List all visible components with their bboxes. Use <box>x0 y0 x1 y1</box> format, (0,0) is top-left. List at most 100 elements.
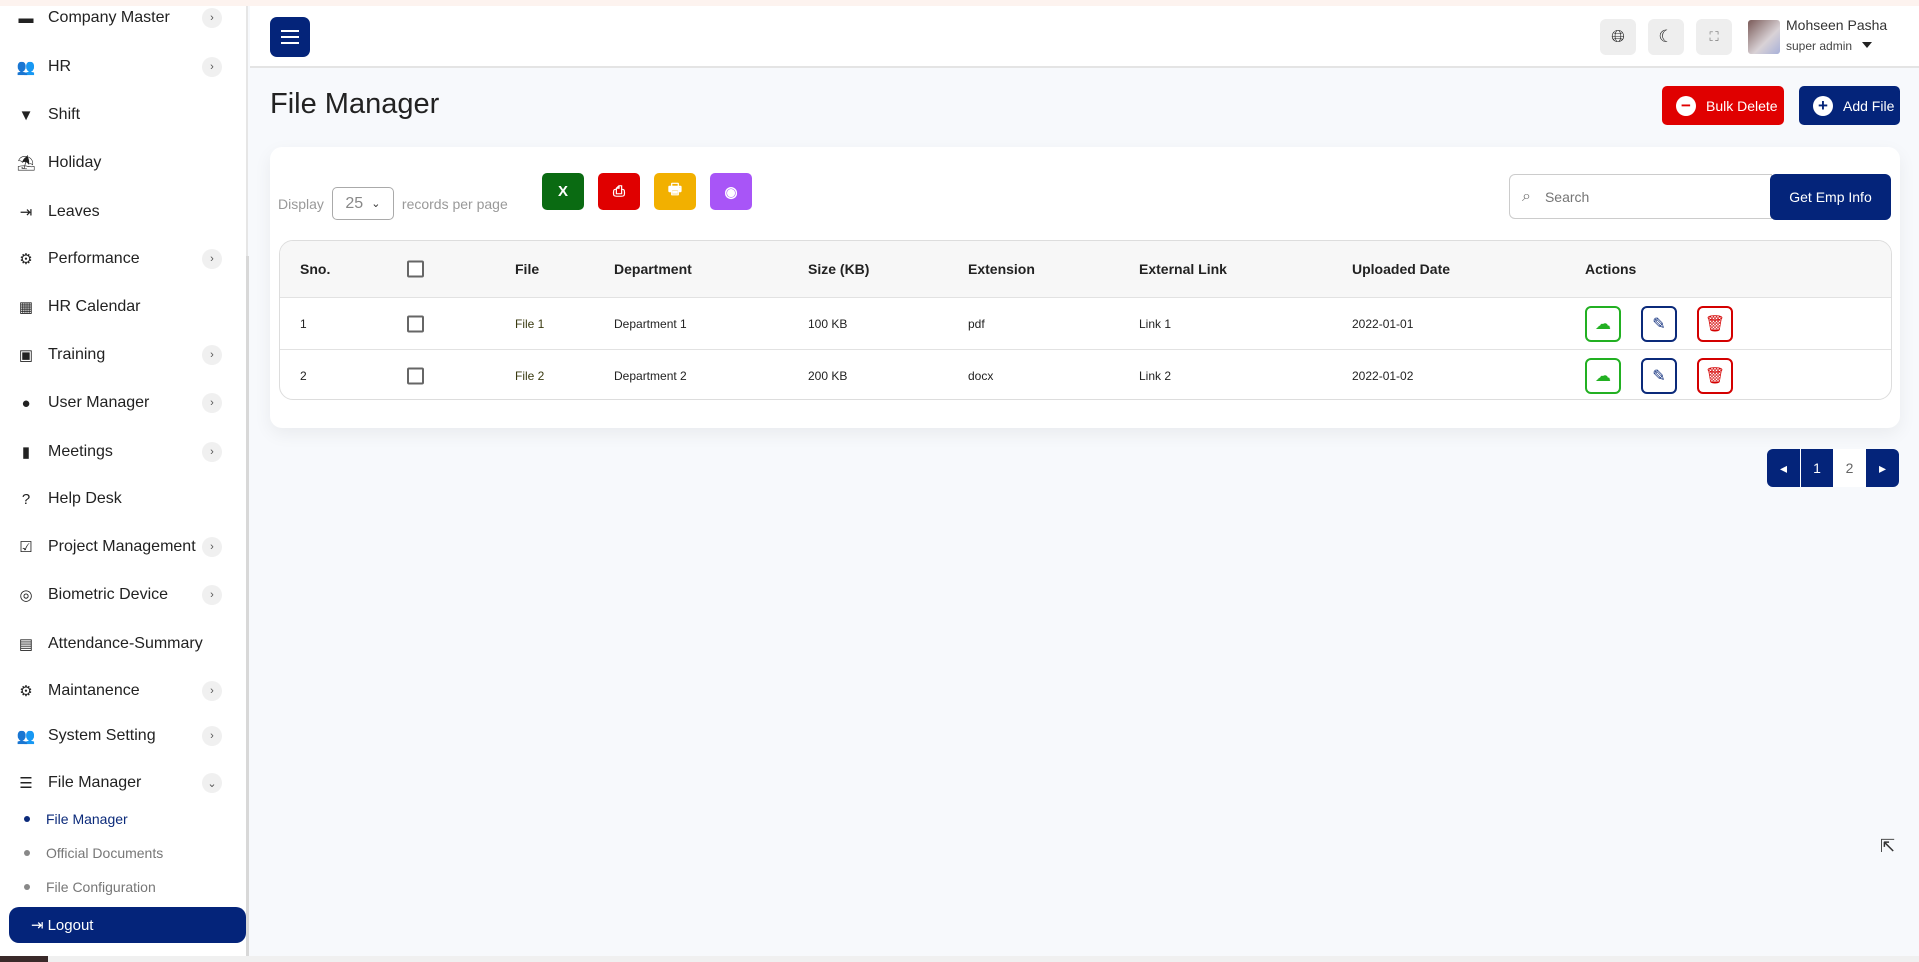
previous-page-button[interactable]: ◂ <box>1767 449 1800 487</box>
export-pdf-icon[interactable]: ⎙ <box>598 173 640 210</box>
cell-external-link[interactable]: Link 2 <box>1139 369 1171 383</box>
cell-file[interactable]: File 2 <box>515 369 544 383</box>
row-checkbox[interactable] <box>407 315 424 332</box>
chevron-right-icon[interactable]: › <box>202 393 222 413</box>
server-icon: ▬ <box>18 9 34 27</box>
edit-pen-icon[interactable]: ✎ <box>1641 358 1677 394</box>
sidebar-item-file-manager[interactable]: ☰ File Manager ⌄ <box>0 763 246 803</box>
column-header-file[interactable]: File <box>515 261 539 277</box>
chevron-right-icon[interactable]: › <box>202 537 222 557</box>
column-header-external-link[interactable]: External Link <box>1139 261 1227 277</box>
sidebar-item-label: Project Management <box>48 538 196 555</box>
page-1-button[interactable]: 1 <box>1800 449 1833 487</box>
sidebar-subitem-label: File Configuration <box>46 879 156 895</box>
delete-trash-icon[interactable]: 🗑︎ <box>1697 305 1733 342</box>
sidebar-item-performance[interactable]: ⚙ Performance › <box>0 239 246 279</box>
sidebar-item-label: Maintanence <box>48 682 140 699</box>
per-page-select[interactable]: 25 ⌄ <box>331 187 394 220</box>
display-label: Display <box>278 195 324 212</box>
get-emp-info-button[interactable]: Get Emp Info <box>1770 174 1891 220</box>
download-cloud-icon[interactable]: ☁ <box>1585 358 1621 394</box>
table-row: 1 File 1 Department 1 100 KB pdf Link 1 … <box>280 298 1891 350</box>
delete-trash-icon[interactable]: 🗑︎ <box>1697 358 1733 394</box>
sidebar-subitem-file-configuration[interactable]: File Configuration <box>0 872 156 902</box>
chevron-right-icon[interactable]: › <box>202 442 222 462</box>
user-icon: ● <box>21 394 31 412</box>
user-name[interactable]: Mohseen Pasha <box>1786 17 1887 33</box>
column-header-department[interactable]: Department <box>614 261 692 277</box>
user-role[interactable]: super admin <box>1786 39 1852 53</box>
sidebar-item-label: Meetings <box>48 443 113 460</box>
logout-button[interactable]: ⇥ Logout <box>9 907 246 943</box>
sidebar-item-label: Performance <box>48 250 140 267</box>
search-box[interactable]: ⌕ <box>1509 174 1772 219</box>
sidebar-item-leaves[interactable]: ⇥ Leaves <box>0 192 246 232</box>
print-icon[interactable]: 🖶︎ <box>654 173 696 210</box>
row-checkbox[interactable] <box>407 367 424 385</box>
sidebar-item-meetings[interactable]: ▮ Meetings › <box>0 432 246 472</box>
sidebar-item-label: File Manager <box>48 774 142 791</box>
sidebar: ⇥ Logout ▬ Company Master › 👥 HR › ▼ Shift ⛱ Holi… <box>0 6 249 956</box>
chevron-right-icon[interactable]: › <box>202 726 222 746</box>
sidebar-item-hr[interactable]: 👥 HR › <box>0 47 246 87</box>
gears-icon: ⚙ <box>19 251 33 268</box>
menu-toggle-button[interactable] <box>270 17 310 57</box>
page-2-button[interactable]: 2 <box>1833 449 1866 487</box>
chevron-right-icon[interactable]: › <box>202 57 222 77</box>
export-excel-icon[interactable]: X <box>542 173 584 210</box>
dark-mode-moon-icon[interactable]: ☾ <box>1648 19 1684 55</box>
chevron-right-icon[interactable]: › <box>202 8 222 28</box>
add-file-button[interactable]: + Add File <box>1799 86 1900 125</box>
chevron-right-icon[interactable]: › <box>202 681 222 701</box>
column-header-sno[interactable]: Sno. <box>300 261 330 277</box>
column-header-extension[interactable]: Extension <box>968 261 1035 277</box>
avatar[interactable] <box>1748 20 1780 54</box>
sidebar-item-label: Training <box>48 346 106 363</box>
chevron-right-icon[interactable]: › <box>202 249 222 269</box>
next-page-button[interactable]: ▸ <box>1866 449 1899 487</box>
column-visibility-eye-icon[interactable]: ◉ <box>710 173 752 210</box>
sidebar-item-training[interactable]: ▣ Training › <box>0 335 246 375</box>
search-icon: ⌕ <box>1522 187 1531 205</box>
sidebar-item-project-management[interactable]: ☑ Project Management › <box>0 527 246 567</box>
taskbar-edge <box>0 956 1919 962</box>
sidebar-subitem-official-documents[interactable]: Official Documents <box>0 838 163 868</box>
records-label: records per page <box>401 195 508 212</box>
sidebar-item-hr-calendar[interactable]: ▦ HR Calendar <box>0 287 246 327</box>
chevron-down-icon[interactable]: ⌄ <box>202 773 222 793</box>
edit-pen-icon[interactable]: ✎ <box>1641 305 1677 342</box>
file-table-card: Display 25 ⌄ records per page X ⎙ 🖶︎ ◉ ⌕… <box>270 147 1900 428</box>
chevron-right-icon[interactable]: › <box>202 345 222 365</box>
sign-out-icon: ⇥ <box>19 204 33 221</box>
column-header-uploaded-date[interactable]: Uploaded Date <box>1352 261 1450 277</box>
sidebar-scrollbar[interactable] <box>246 256 249 956</box>
sidebar-item-shift[interactable]: ▼ Shift <box>0 95 246 135</box>
sidebar-item-label: Biometric Device <box>48 586 169 603</box>
sidebar-item-label: Help Desk <box>48 490 122 507</box>
sidebar-item-company-master[interactable]: ▬ Company Master › <box>0 0 246 38</box>
search-input[interactable] <box>1544 188 1745 205</box>
bulk-delete-button[interactable]: − Bulk Delete <box>1662 86 1784 125</box>
column-header-size[interactable]: Size (KB) <box>808 261 869 277</box>
user-menu-caret-icon[interactable] <box>1862 42 1872 48</box>
sidebar-item-maintanence[interactable]: ⚙ Maintanence › <box>0 671 246 711</box>
sidebar-item-system-setting[interactable]: 👥 System Setting › <box>0 716 246 756</box>
chevron-right-icon[interactable]: › <box>202 585 222 605</box>
sidebar-item-label: System Setting <box>48 727 156 744</box>
sidebar-subitem-file-manager[interactable]: File Manager <box>0 804 128 834</box>
sidebar-item-label: HR Calendar <box>48 298 141 315</box>
select-all-checkbox[interactable] <box>407 260 424 278</box>
cell-external-link[interactable]: Link 1 <box>1139 317 1171 331</box>
sidebar-item-holiday[interactable]: ⛱ Holiday <box>0 143 246 183</box>
download-cloud-icon[interactable]: ☁ <box>1585 305 1621 342</box>
question-circle-icon: ? <box>21 490 31 508</box>
sidebar-item-biometric-device[interactable]: ◎ Biometric Device › <box>0 575 246 615</box>
logout-icon: ⇥ <box>31 917 44 934</box>
sidebar-item-user-manager[interactable]: ● User Manager › <box>0 383 246 423</box>
cell-file[interactable]: File 1 <box>515 317 544 331</box>
sidebar-item-attendance-summary[interactable]: ▤ Attendance-Summary <box>0 624 246 664</box>
door-icon: ▮ <box>21 444 31 461</box>
language-globe-icon[interactable]: 🌐︎ <box>1600 19 1636 55</box>
fullscreen-icon[interactable]: ⛶ <box>1696 19 1732 55</box>
sidebar-item-help-desk[interactable]: ? Help Desk <box>0 479 246 519</box>
